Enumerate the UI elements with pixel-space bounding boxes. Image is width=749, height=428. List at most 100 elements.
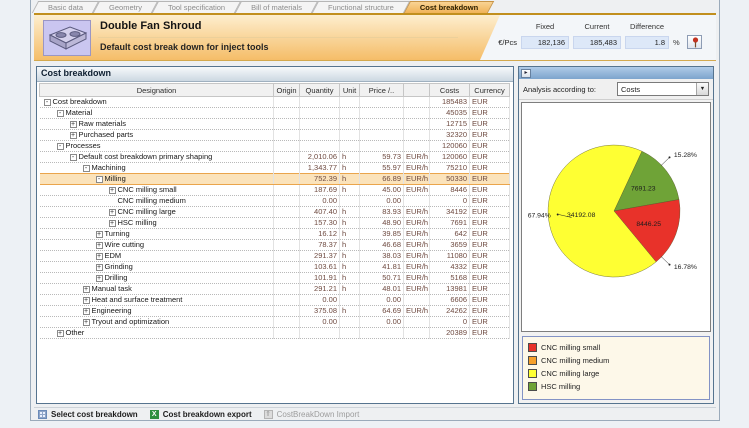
page-subtitle: Default cost break down for inject tools (100, 42, 269, 52)
table-row[interactable]: + CNC milling small 187.69 h 45.00 EUR/h… (39, 184, 510, 196)
tree-toggle-icon[interactable]: + (95, 274, 103, 282)
tree-toggle-icon[interactable]: + (108, 208, 116, 216)
fixed-value-field[interactable]: 182,136 (521, 35, 569, 49)
table-row[interactable]: + Purchased parts 32320 EUR (39, 129, 510, 141)
pin-button[interactable] (687, 35, 702, 49)
price-cell: 46.68 (359, 239, 404, 251)
tree-toggle-icon[interactable]: + (95, 263, 103, 271)
price-unit-cell: EUR/h (403, 305, 430, 317)
table-row[interactable]: + Drilling 101.91 h 50.71 EUR/h 5168 EUR (39, 272, 510, 284)
difference-value-field[interactable]: 1.8 (625, 35, 669, 49)
table-row[interactable]: + Grinding 103.61 h 41.81 EUR/h 4332 EUR (39, 261, 510, 273)
current-value-field[interactable]: 185,483 (573, 35, 621, 49)
tree-toggle-icon[interactable]: - (43, 98, 51, 106)
tree-toggle-icon[interactable]: - (95, 175, 103, 183)
table-row[interactable]: + Other 20389 EUR (39, 327, 510, 339)
pie-percent-label: 15.28% (674, 152, 697, 159)
table-row[interactable]: - Cost breakdown 185483 EUR (39, 96, 510, 108)
chevron-down-icon[interactable]: ▼ (696, 83, 708, 95)
tree-toggle-icon[interactable]: + (56, 329, 64, 337)
currency-cell: EUR (469, 239, 510, 251)
col-designation[interactable]: Designation (39, 83, 274, 97)
origin-cell (273, 195, 300, 207)
price-unit-cell: EUR/h (403, 162, 430, 174)
table-row[interactable]: + Raw materials 12715 EUR (39, 118, 510, 130)
designation-label: CNC milling medium (117, 196, 186, 205)
unit-cell: h (339, 228, 360, 240)
pie-value-label: 34192.08 (567, 212, 596, 219)
tab[interactable]: Tool specification (155, 1, 238, 13)
tree-toggle-icon[interactable]: + (82, 296, 90, 304)
table-row[interactable]: - Machining 1,343.77 h 55.97 EUR/h 75210… (39, 162, 510, 174)
tab[interactable]: Functional structure (315, 1, 407, 13)
tab[interactable]: Geometry (96, 1, 155, 13)
tree-toggle-icon[interactable]: - (82, 164, 90, 172)
tree-toggle-icon[interactable]: + (108, 219, 116, 227)
col-currency[interactable]: Currency (469, 83, 510, 97)
price-unit-cell: EUR/h (403, 151, 430, 163)
col-unit[interactable]: Unit (339, 83, 360, 97)
table-row[interactable]: + Heat and surface treatment 0.00 0.00 6… (39, 294, 510, 306)
currency-cell: EUR (469, 261, 510, 273)
tree-toggle-icon[interactable]: + (95, 252, 103, 260)
col-origin[interactable]: Origin (273, 83, 300, 97)
tree-toggle-icon[interactable]: + (82, 285, 90, 293)
origin-cell (273, 151, 300, 163)
tree-toggle-icon[interactable]: + (69, 120, 77, 128)
tab[interactable]: Basic data (35, 1, 96, 13)
tree-toggle-icon[interactable]: + (69, 131, 77, 139)
col-quantity[interactable]: Quantity (299, 83, 340, 97)
price-cell: 39.85 (359, 228, 404, 240)
toolbar-icon (263, 409, 273, 419)
origin-cell (273, 173, 300, 185)
tree-toggle-icon[interactable]: + (82, 307, 90, 315)
tree-toggle-icon[interactable]: - (69, 153, 77, 161)
price-cell: 0.00 (359, 316, 404, 328)
table-row[interactable]: + HSC milling 157.30 h 48.90 EUR/h 7691 … (39, 217, 510, 229)
price-unit-cell (403, 327, 430, 339)
tree-toggle-icon[interactable]: - (56, 109, 64, 117)
tree-toggle-icon[interactable]: + (108, 186, 116, 194)
col-price-unit[interactable] (403, 83, 430, 97)
tab-label: Tool specification (167, 2, 226, 12)
col-costs[interactable]: Costs (429, 83, 470, 97)
panel-title: Cost breakdown (37, 67, 513, 82)
tree-toggle-icon[interactable]: + (82, 318, 90, 326)
tab[interactable]: Bill of materials (238, 1, 315, 13)
col-price[interactable]: Price /.. (359, 83, 404, 97)
unit-cell: h (339, 272, 360, 284)
quantity-cell: 78.37 (299, 239, 340, 251)
price-unit-cell: EUR/h (403, 261, 430, 273)
designation-label: Engineering (91, 306, 132, 315)
toolbar-item[interactable]: Select cost breakdown (38, 409, 138, 419)
table-row[interactable]: - Material 45035 EUR (39, 107, 510, 119)
tab-label: Basic data (48, 2, 84, 12)
table-row[interactable]: + Turning 16.12 h 39.85 EUR/h 642 EUR (39, 228, 510, 240)
table-row[interactable]: + Wire cutting 78.37 h 46.68 EUR/h 3659 … (39, 239, 510, 251)
tree-toggle-icon[interactable]: + (95, 241, 103, 249)
collapse-panel-button[interactable]: ▸ (521, 68, 531, 78)
table-row[interactable]: - Processes 120060 EUR (39, 140, 510, 152)
table-row[interactable]: + Engineering 375.08 h 64.69 EUR/h 24262… (39, 305, 510, 317)
toolbar-item[interactable]: Cost breakdown export (149, 409, 252, 419)
analysis-titlebar: ▸ (519, 67, 713, 79)
unit-cell (339, 140, 360, 152)
table-row[interactable]: + EDM 291.37 h 38.03 EUR/h 11080 EUR (39, 250, 510, 262)
table-row[interactable]: - Milling 752.39 h 66.89 EUR/h 50330 EUR (39, 173, 510, 185)
table-row[interactable]: - Default cost breakdown primary shaping… (39, 151, 510, 163)
tree-toggle-icon[interactable]: + (95, 230, 103, 238)
table-row[interactable]: CNC milling medium 0.00 0.00 0 EUR (39, 195, 510, 207)
tree-toggle-icon[interactable]: - (56, 142, 64, 150)
table-row[interactable]: + Manual task 291.21 h 48.01 EUR/h 13981… (39, 283, 510, 295)
table-row[interactable]: + Tryout and optimization 0.00 0.00 0 EU… (39, 316, 510, 328)
analysis-dropdown[interactable]: Costs ▼ (617, 82, 709, 96)
origin-cell (273, 162, 300, 174)
price-unit-cell (403, 129, 430, 141)
table-row[interactable]: + CNC milling large 407.40 h 83.93 EUR/h… (39, 206, 510, 218)
origin-cell (273, 327, 300, 339)
tab[interactable]: Cost breakdown (407, 1, 491, 13)
